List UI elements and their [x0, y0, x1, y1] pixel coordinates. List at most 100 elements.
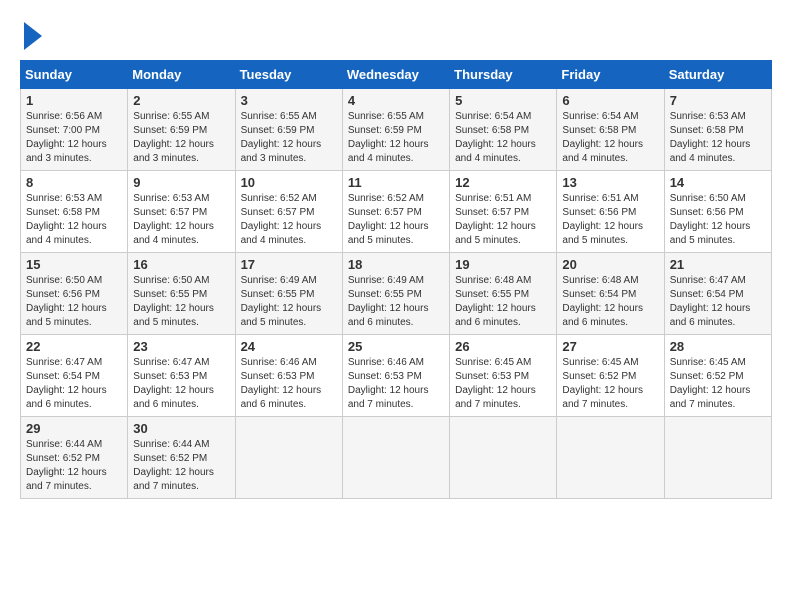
day-number: 7: [670, 93, 766, 108]
calendar-row: 15 Sunrise: 6:50 AM Sunset: 6:56 PM Dayl…: [21, 253, 772, 335]
day-number: 28: [670, 339, 766, 354]
table-cell: 27 Sunrise: 6:45 AM Sunset: 6:52 PM Dayl…: [557, 335, 664, 417]
day-number: 25: [348, 339, 444, 354]
day-detail: Sunrise: 6:49 AM Sunset: 6:55 PM Dayligh…: [348, 275, 429, 328]
day-detail: Sunrise: 6:50 AM Sunset: 6:55 PM Dayligh…: [133, 275, 214, 328]
day-detail: Sunrise: 6:47 AM Sunset: 6:54 PM Dayligh…: [670, 275, 751, 328]
header-tuesday: Tuesday: [235, 61, 342, 89]
day-detail: Sunrise: 6:52 AM Sunset: 6:57 PM Dayligh…: [348, 193, 429, 246]
calendar-row: 22 Sunrise: 6:47 AM Sunset: 6:54 PM Dayl…: [21, 335, 772, 417]
day-detail: Sunrise: 6:49 AM Sunset: 6:55 PM Dayligh…: [241, 275, 322, 328]
day-detail: Sunrise: 6:45 AM Sunset: 6:52 PM Dayligh…: [670, 357, 751, 410]
day-detail: Sunrise: 6:56 AM Sunset: 7:00 PM Dayligh…: [26, 111, 107, 164]
table-cell: 14 Sunrise: 6:50 AM Sunset: 6:56 PM Dayl…: [664, 171, 771, 253]
day-number: 13: [562, 175, 658, 190]
day-detail: Sunrise: 6:51 AM Sunset: 6:56 PM Dayligh…: [562, 193, 643, 246]
day-number: 14: [670, 175, 766, 190]
table-cell: 12 Sunrise: 6:51 AM Sunset: 6:57 PM Dayl…: [450, 171, 557, 253]
day-detail: Sunrise: 6:45 AM Sunset: 6:53 PM Dayligh…: [455, 357, 536, 410]
table-cell: 16 Sunrise: 6:50 AM Sunset: 6:55 PM Dayl…: [128, 253, 235, 335]
table-cell: 9 Sunrise: 6:53 AM Sunset: 6:57 PM Dayli…: [128, 171, 235, 253]
table-cell: [235, 417, 342, 499]
day-number: 2: [133, 93, 229, 108]
logo-arrow-icon: [24, 22, 42, 50]
table-cell: 15 Sunrise: 6:50 AM Sunset: 6:56 PM Dayl…: [21, 253, 128, 335]
day-detail: Sunrise: 6:54 AM Sunset: 6:58 PM Dayligh…: [562, 111, 643, 164]
day-number: 20: [562, 257, 658, 272]
day-number: 12: [455, 175, 551, 190]
day-number: 9: [133, 175, 229, 190]
table-cell: 25 Sunrise: 6:46 AM Sunset: 6:53 PM Dayl…: [342, 335, 449, 417]
table-cell: 30 Sunrise: 6:44 AM Sunset: 6:52 PM Dayl…: [128, 417, 235, 499]
header-wednesday: Wednesday: [342, 61, 449, 89]
day-number: 29: [26, 421, 122, 436]
day-detail: Sunrise: 6:50 AM Sunset: 6:56 PM Dayligh…: [670, 193, 751, 246]
table-cell: 8 Sunrise: 6:53 AM Sunset: 6:58 PM Dayli…: [21, 171, 128, 253]
day-detail: Sunrise: 6:48 AM Sunset: 6:55 PM Dayligh…: [455, 275, 536, 328]
day-detail: Sunrise: 6:55 AM Sunset: 6:59 PM Dayligh…: [241, 111, 322, 164]
day-detail: Sunrise: 6:50 AM Sunset: 6:56 PM Dayligh…: [26, 275, 107, 328]
table-cell: 13 Sunrise: 6:51 AM Sunset: 6:56 PM Dayl…: [557, 171, 664, 253]
header-saturday: Saturday: [664, 61, 771, 89]
day-number: 21: [670, 257, 766, 272]
day-detail: Sunrise: 6:53 AM Sunset: 6:58 PM Dayligh…: [670, 111, 751, 164]
table-cell: 29 Sunrise: 6:44 AM Sunset: 6:52 PM Dayl…: [21, 417, 128, 499]
table-cell: 4 Sunrise: 6:55 AM Sunset: 6:59 PM Dayli…: [342, 89, 449, 171]
table-cell: 11 Sunrise: 6:52 AM Sunset: 6:57 PM Dayl…: [342, 171, 449, 253]
table-cell: 19 Sunrise: 6:48 AM Sunset: 6:55 PM Dayl…: [450, 253, 557, 335]
table-cell: 22 Sunrise: 6:47 AM Sunset: 6:54 PM Dayl…: [21, 335, 128, 417]
header-monday: Monday: [128, 61, 235, 89]
table-cell: 2 Sunrise: 6:55 AM Sunset: 6:59 PM Dayli…: [128, 89, 235, 171]
day-detail: Sunrise: 6:53 AM Sunset: 6:58 PM Dayligh…: [26, 193, 107, 246]
table-cell: 1 Sunrise: 6:56 AM Sunset: 7:00 PM Dayli…: [21, 89, 128, 171]
day-detail: Sunrise: 6:55 AM Sunset: 6:59 PM Dayligh…: [133, 111, 214, 164]
day-number: 3: [241, 93, 337, 108]
day-number: 1: [26, 93, 122, 108]
day-detail: Sunrise: 6:47 AM Sunset: 6:53 PM Dayligh…: [133, 357, 214, 410]
day-number: 24: [241, 339, 337, 354]
day-number: 8: [26, 175, 122, 190]
day-number: 30: [133, 421, 229, 436]
table-cell: 3 Sunrise: 6:55 AM Sunset: 6:59 PM Dayli…: [235, 89, 342, 171]
day-number: 19: [455, 257, 551, 272]
day-number: 18: [348, 257, 444, 272]
table-cell: 6 Sunrise: 6:54 AM Sunset: 6:58 PM Dayli…: [557, 89, 664, 171]
day-number: 6: [562, 93, 658, 108]
weekday-header-row: Sunday Monday Tuesday Wednesday Thursday…: [21, 61, 772, 89]
day-detail: Sunrise: 6:44 AM Sunset: 6:52 PM Dayligh…: [133, 439, 214, 492]
table-cell: 28 Sunrise: 6:45 AM Sunset: 6:52 PM Dayl…: [664, 335, 771, 417]
table-cell: 21 Sunrise: 6:47 AM Sunset: 6:54 PM Dayl…: [664, 253, 771, 335]
day-detail: Sunrise: 6:46 AM Sunset: 6:53 PM Dayligh…: [241, 357, 322, 410]
day-number: 27: [562, 339, 658, 354]
day-number: 23: [133, 339, 229, 354]
table-cell: 20 Sunrise: 6:48 AM Sunset: 6:54 PM Dayl…: [557, 253, 664, 335]
day-number: 5: [455, 93, 551, 108]
table-cell: [450, 417, 557, 499]
logo: [20, 20, 42, 50]
header-thursday: Thursday: [450, 61, 557, 89]
table-cell: 10 Sunrise: 6:52 AM Sunset: 6:57 PM Dayl…: [235, 171, 342, 253]
day-detail: Sunrise: 6:46 AM Sunset: 6:53 PM Dayligh…: [348, 357, 429, 410]
day-detail: Sunrise: 6:45 AM Sunset: 6:52 PM Dayligh…: [562, 357, 643, 410]
day-number: 16: [133, 257, 229, 272]
page-header: [20, 20, 772, 50]
day-detail: Sunrise: 6:48 AM Sunset: 6:54 PM Dayligh…: [562, 275, 643, 328]
calendar-row: 29 Sunrise: 6:44 AM Sunset: 6:52 PM Dayl…: [21, 417, 772, 499]
day-number: 11: [348, 175, 444, 190]
day-detail: Sunrise: 6:55 AM Sunset: 6:59 PM Dayligh…: [348, 111, 429, 164]
day-detail: Sunrise: 6:54 AM Sunset: 6:58 PM Dayligh…: [455, 111, 536, 164]
table-cell: [342, 417, 449, 499]
day-detail: Sunrise: 6:51 AM Sunset: 6:57 PM Dayligh…: [455, 193, 536, 246]
day-detail: Sunrise: 6:53 AM Sunset: 6:57 PM Dayligh…: [133, 193, 214, 246]
day-number: 15: [26, 257, 122, 272]
day-detail: Sunrise: 6:47 AM Sunset: 6:54 PM Dayligh…: [26, 357, 107, 410]
header-friday: Friday: [557, 61, 664, 89]
table-cell: [557, 417, 664, 499]
table-cell: 24 Sunrise: 6:46 AM Sunset: 6:53 PM Dayl…: [235, 335, 342, 417]
table-cell: [664, 417, 771, 499]
table-cell: 26 Sunrise: 6:45 AM Sunset: 6:53 PM Dayl…: [450, 335, 557, 417]
day-number: 10: [241, 175, 337, 190]
day-number: 4: [348, 93, 444, 108]
day-detail: Sunrise: 6:52 AM Sunset: 6:57 PM Dayligh…: [241, 193, 322, 246]
day-number: 22: [26, 339, 122, 354]
